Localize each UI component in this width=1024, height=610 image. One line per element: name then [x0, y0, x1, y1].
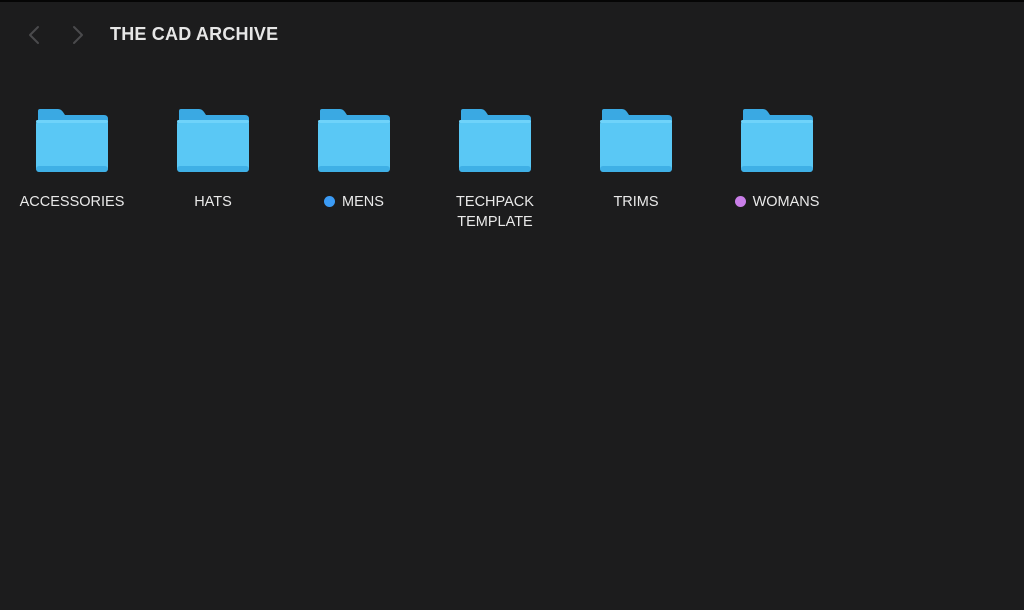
- folder-item-womans[interactable]: WOMANS: [712, 102, 842, 212]
- forward-button[interactable]: [67, 22, 89, 48]
- folder-item-hats[interactable]: HATS: [148, 102, 278, 212]
- folder-icon: [459, 109, 531, 172]
- folder-grid: ACCESSORIES HATS MENS TECHPACK TEMPLATE …: [0, 102, 1024, 302]
- toolbar: THE CAD ARCHIVE: [0, 2, 1024, 68]
- blue-tag-icon: [324, 196, 336, 207]
- folder-item-techpack-template[interactable]: TECHPACK TEMPLATE: [430, 102, 560, 232]
- folder-label-row: ACCESSORIES: [7, 192, 137, 212]
- folder-label: ACCESSORIES: [19, 194, 125, 210]
- back-button[interactable]: [23, 22, 45, 48]
- folder-icon: [600, 109, 672, 172]
- window-title: THE CAD ARCHIVE: [110, 24, 279, 44]
- folder-icon: [36, 109, 108, 172]
- folder-label-row: HATS: [148, 192, 278, 212]
- folder-icon: [741, 109, 813, 172]
- folder-item-accessories[interactable]: ACCESSORIES: [7, 102, 137, 212]
- chevron-right-icon: [73, 26, 83, 44]
- folder-item-trims[interactable]: TRIMS: [571, 102, 701, 212]
- folder-label-row: WOMANS: [712, 192, 842, 212]
- folder-label: TRIMS: [613, 194, 659, 210]
- folder-label: MENS: [342, 194, 384, 210]
- folder-label: HATS: [194, 194, 232, 210]
- folder-icon: [318, 109, 390, 172]
- folder-icon: [177, 109, 249, 172]
- folder-item-mens[interactable]: MENS: [289, 102, 419, 212]
- folder-label-row: MENS: [289, 192, 419, 212]
- chevron-left-icon: [29, 26, 39, 44]
- folder-label: TECHPACK TEMPLATE: [456, 194, 534, 230]
- purple-tag-icon: [734, 196, 746, 207]
- folder-label-row: TECHPACK TEMPLATE: [430, 192, 560, 232]
- folder-label-row: TRIMS: [571, 192, 701, 212]
- folder-label: WOMANS: [752, 194, 820, 210]
- finder-window: THE CAD ARCHIVE ACCESSORIES HATS MENS TE…: [0, 0, 1024, 610]
